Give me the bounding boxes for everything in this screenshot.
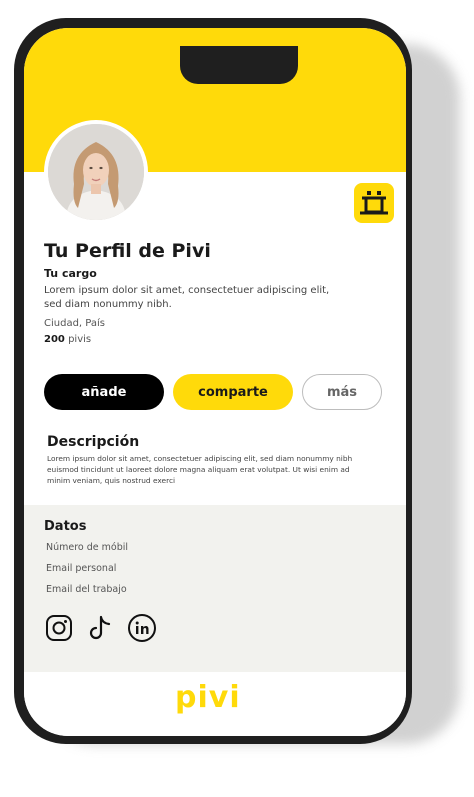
personal-email-item[interactable]: Email personal: [46, 563, 116, 574]
description-text: Lorem ipsum dolor sit amet, consectetuer…: [47, 454, 353, 485]
work-email-item[interactable]: Email del trabajo: [46, 584, 127, 595]
add-button[interactable]: añade: [44, 374, 164, 410]
pivis-count: 200 pivis: [44, 334, 91, 345]
datos-title: Datos: [44, 519, 87, 534]
profile-bio: Lorem ipsum dolor sit amet, consectetuer…: [44, 285, 330, 310]
share-button[interactable]: comparte: [173, 374, 293, 410]
profile-name: Tu Perfil de Pivi: [44, 240, 211, 262]
pivis-number: 200: [44, 334, 65, 345]
contact-data-section: Datos Número de móbil Email personal Ema…: [24, 505, 406, 672]
more-button[interactable]: más: [302, 374, 382, 410]
phone-screen: Tu Perfil de Pivi Tu cargo Lorem ipsum d…: [24, 28, 406, 736]
pivi-brand-logo: pivi: [175, 680, 241, 715]
phone-number-item[interactable]: Número de móbil: [46, 542, 128, 553]
tiktok-icon[interactable]: [85, 613, 115, 643]
pivi-logo-icon[interactable]: [354, 183, 394, 223]
profile-location: Ciudad, País: [44, 318, 105, 329]
pivis-label: pivis: [68, 334, 92, 345]
phone-notch: [180, 46, 298, 84]
avatar-photo: [48, 124, 144, 220]
description-title: Descripción: [47, 434, 140, 450]
footer: pivi: [24, 672, 406, 736]
profile-job-title: Tu cargo: [44, 267, 97, 280]
linkedin-icon[interactable]: [127, 613, 157, 643]
instagram-icon[interactable]: [44, 613, 74, 643]
avatar[interactable]: [44, 120, 148, 224]
